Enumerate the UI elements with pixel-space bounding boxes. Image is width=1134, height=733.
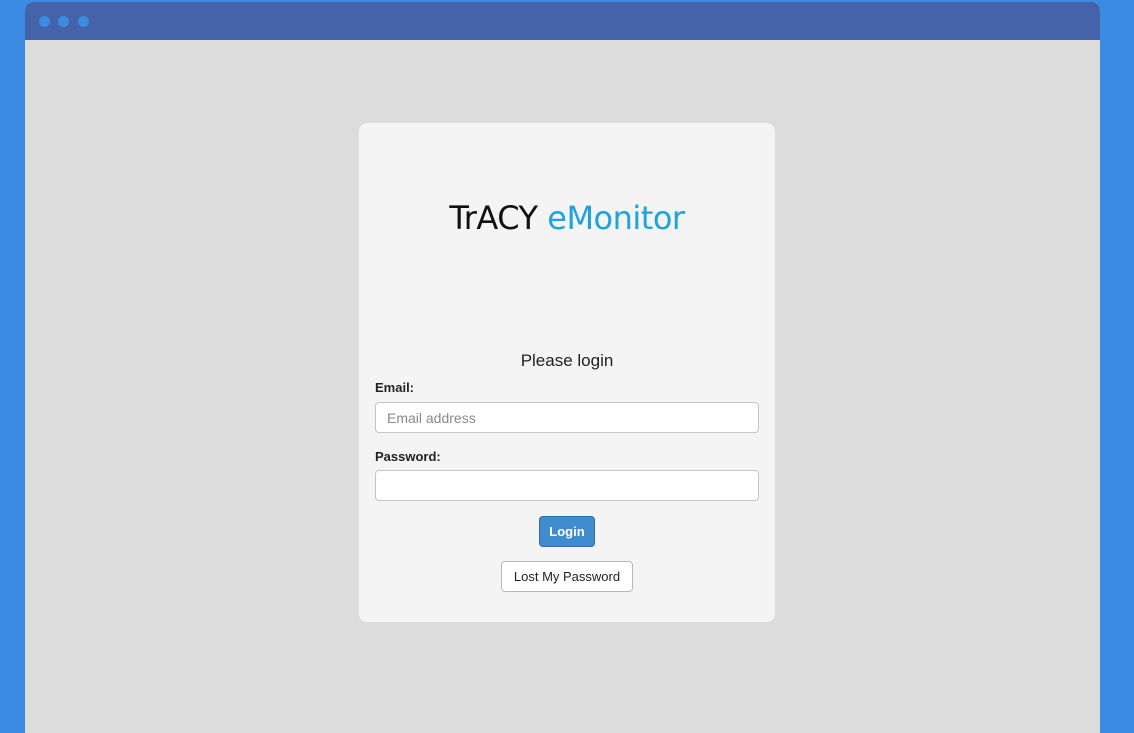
password-input[interactable] [375, 470, 759, 501]
window-dot-1[interactable] [39, 16, 50, 27]
window-dot-2[interactable] [58, 16, 69, 27]
browser-window: TrACY eMonitor Please login Email: Passw… [25, 2, 1100, 733]
window-dot-3[interactable] [78, 16, 89, 27]
password-label: Password: [375, 449, 441, 464]
login-card: TrACY eMonitor Please login Email: Passw… [359, 123, 775, 622]
login-heading: Please login [520, 351, 614, 370]
email-label: Email: [375, 380, 415, 395]
window-titlebar [25, 2, 1100, 40]
login-button[interactable]: Login [539, 516, 595, 547]
logo-text-primary: TrACY [449, 199, 538, 237]
app-logo: TrACY eMonitor [359, 199, 775, 237]
lost-password-button[interactable]: Lost My Password [501, 561, 633, 592]
logo-text-accent: eMonitor [547, 199, 685, 237]
email-input[interactable] [375, 402, 759, 433]
